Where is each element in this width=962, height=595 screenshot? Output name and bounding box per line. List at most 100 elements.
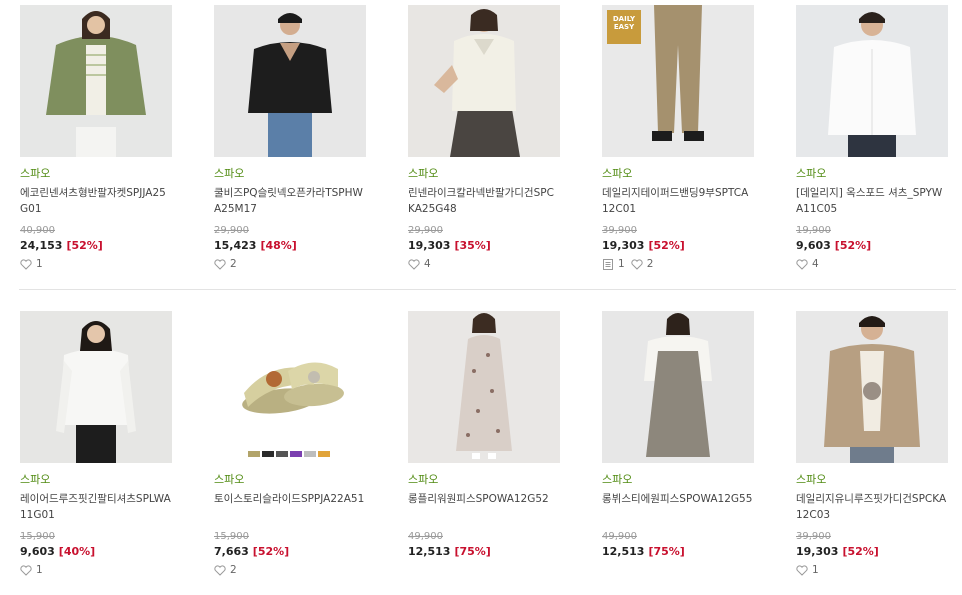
review-count: 1 <box>618 258 625 270</box>
sale-price: 12,513 <box>602 545 645 558</box>
sale-price: 19,303 <box>796 545 839 558</box>
sale-price: 19,303 <box>602 239 645 252</box>
brand-name[interactable]: 스파오 <box>602 473 754 487</box>
product-name[interactable]: 쿨비즈PQ슬릿넥오픈카라TSPHWA25M17 <box>214 185 366 217</box>
color-swatch[interactable] <box>318 451 330 457</box>
original-price: 15,900 <box>20 531 55 542</box>
product-image[interactable] <box>214 5 366 157</box>
original-price: 49,900 <box>408 531 443 542</box>
product-name[interactable]: [데일리지] 옥스포드 셔츠_SPYWA11C05 <box>796 185 948 217</box>
like-button[interactable]: 1 <box>20 257 43 271</box>
discount-rate: [35%] <box>454 239 491 252</box>
product-name[interactable]: 데일리지유니루즈핏가디건SPCKA12C03 <box>796 491 948 523</box>
brand-name[interactable]: 스파오 <box>214 473 366 487</box>
product-image[interactable] <box>20 5 172 157</box>
product-meta: 4 <box>796 257 948 271</box>
color-swatch[interactable] <box>304 451 316 457</box>
product-image[interactable] <box>796 5 948 157</box>
like-count: 2 <box>646 258 654 270</box>
heart-outline-icon <box>20 564 32 576</box>
original-price: 39,900 <box>602 225 637 236</box>
product-image[interactable] <box>20 311 172 463</box>
original-price: 40,900 <box>20 225 55 236</box>
discount-rate: [52%] <box>66 239 103 252</box>
product-name[interactable]: 레이어드루즈핏긴팔티셔츠SPLWA11G01 <box>20 491 172 523</box>
product-row-1: 스파오 에코린넨셔츠형반팔자켓SPJJA25G01 40,900 24,153[… <box>0 0 962 280</box>
discount-rate: [75%] <box>648 545 685 558</box>
product-card[interactable]: 스파오 쿨비즈PQ슬릿넥오픈카라TSPHWA25M17 29,900 15,42… <box>214 5 366 271</box>
product-card[interactable]: DAILY EASY 스파오 데일리지테이퍼드밴딩9부SPTCA12C01 39… <box>602 5 754 271</box>
sale-price-line: 19,303 [52%] <box>602 239 754 253</box>
product-card[interactable]: 스파오 레이어드루즈핏긴팔티셔츠SPLWA11G01 15,900 9,603[… <box>20 311 172 577</box>
product-name[interactable]: 에코린넨셔츠형반팔자켓SPJJA25G01 <box>20 185 172 217</box>
product-card[interactable]: 스파오 데일리지유니루즈핏가디건SPCKA12C03 39,900 19,303… <box>796 311 948 577</box>
color-swatch[interactable] <box>248 451 260 457</box>
color-swatches <box>248 451 330 457</box>
product-card[interactable]: 스파오 에코린넨셔츠형반팔자켓SPJJA25G01 40,900 24,153[… <box>20 5 172 271</box>
like-count: 4 <box>424 258 431 270</box>
product-image[interactable]: DAILY EASY <box>602 5 754 157</box>
original-price: 39,900 <box>796 531 831 542</box>
like-button[interactable]: 2 <box>631 257 654 271</box>
sale-price-line: 24,153 [52%] <box>20 239 172 253</box>
product-card[interactable]: 스파오 [데일리지] 옥스포드 셔츠_SPYWA11C05 19,900 9,6… <box>796 5 948 271</box>
product-image[interactable] <box>408 5 560 157</box>
color-swatch[interactable] <box>290 451 302 457</box>
product-image[interactable] <box>796 311 948 463</box>
discount-rate: [40%] <box>58 545 96 558</box>
like-count: 1 <box>812 564 819 576</box>
product-meta: 2 <box>214 257 366 271</box>
review-note-icon <box>603 258 613 270</box>
review-link[interactable]: 1 <box>602 257 625 271</box>
brand-name[interactable]: 스파오 <box>796 167 948 181</box>
original-price: 15,900 <box>214 531 249 542</box>
product-image[interactable] <box>602 311 754 463</box>
original-price: 19,900 <box>796 225 831 236</box>
like-button[interactable]: 2 <box>214 563 237 577</box>
like-count: 2 <box>230 564 237 576</box>
product-meta: 1 <box>796 563 948 577</box>
product-meta: 1 2 <box>602 257 754 271</box>
product-name[interactable]: 롱뷔스티에원피스SPOWA12G55 <box>602 491 754 523</box>
color-swatch[interactable] <box>262 451 274 457</box>
like-button[interactable]: 4 <box>796 257 819 271</box>
sale-price-line: 7,663 [52%] <box>214 545 366 559</box>
like-count: 4 <box>812 258 819 270</box>
product-name[interactable]: 토이스토리슬라이드SPPJA22A51 <box>214 491 366 523</box>
brand-name[interactable]: 스파오 <box>408 167 560 181</box>
product-image[interactable] <box>214 311 366 463</box>
color-swatch[interactable] <box>276 451 288 457</box>
brand-name[interactable]: 스파오 <box>796 473 948 487</box>
discount-rate: [52%] <box>842 545 879 558</box>
brand-name[interactable]: 스파오 <box>20 473 172 487</box>
sale-price: 12,513 <box>408 545 451 558</box>
sale-price: 9,603 <box>796 239 831 252</box>
original-price: 49,900 <box>602 531 637 542</box>
discount-rate: [75%] <box>454 545 491 558</box>
sale-price-line: 9,603 [40%] <box>20 545 172 559</box>
brand-name[interactable]: 스파오 <box>214 167 366 181</box>
like-button[interactable]: 1 <box>20 563 43 577</box>
heart-outline-icon <box>20 258 32 270</box>
product-card[interactable]: 스파오 토이스토리슬라이드SPPJA22A51 15,900 7,663 [52%… <box>214 311 366 577</box>
sale-price-line: 12,513 [75%] <box>602 545 754 559</box>
brand-name[interactable]: 스파오 <box>602 167 754 181</box>
like-button[interactable]: 4 <box>408 257 431 271</box>
like-count: 2 <box>230 258 237 270</box>
discount-rate: [52%] <box>834 239 872 252</box>
product-card[interactable]: 스파오 롱플리워원피스SPOWA12G52 49,900 12,513 [75%] <box>408 311 560 559</box>
product-name[interactable]: 롱플리워원피스SPOWA12G52 <box>408 491 560 523</box>
product-card[interactable]: 스파오 린넨라이크칼라넥반팔가디건SPCKA25G48 29,900 19,30… <box>408 5 560 271</box>
brand-name[interactable]: 스파오 <box>20 167 172 181</box>
product-image[interactable] <box>408 311 560 463</box>
discount-rate: [48%] <box>260 239 297 252</box>
product-card[interactable]: 스파오 롱뷔스티에원피스SPOWA12G55 49,900 12,513 [75%… <box>602 311 754 559</box>
like-button[interactable]: 2 <box>214 257 237 271</box>
product-name[interactable]: 데일리지테이퍼드밴딩9부SPTCA12C01 <box>602 185 754 217</box>
like-button[interactable]: 1 <box>796 563 819 577</box>
product-name[interactable]: 린넨라이크칼라넥반팔가디건SPCKA25G48 <box>408 185 560 217</box>
sale-price: 7,663 <box>214 545 249 558</box>
brand-name[interactable]: 스파오 <box>408 473 560 487</box>
sale-price-line: 12,513 [75%] <box>408 545 560 559</box>
sale-price-line: 15,423 [48%] <box>214 239 366 253</box>
